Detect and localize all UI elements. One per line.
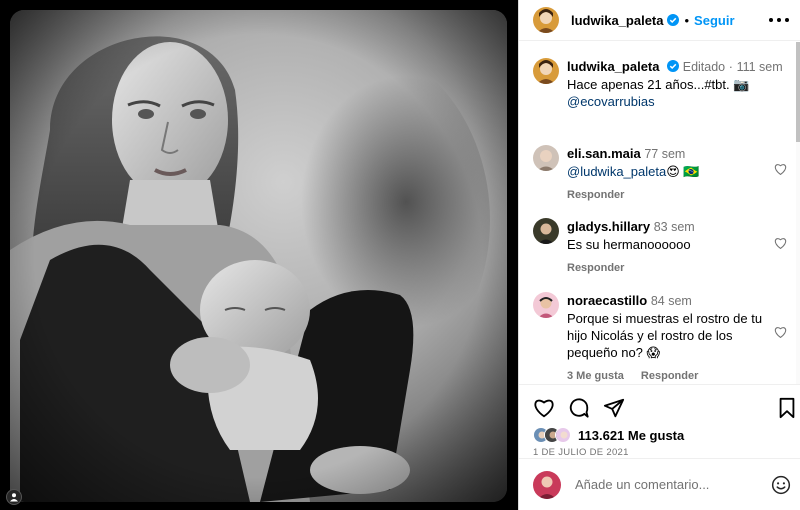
photo-illustration bbox=[10, 10, 507, 502]
comment-username[interactable]: gladys.hillary bbox=[567, 219, 650, 234]
comment-username[interactable]: eli.san.maia bbox=[567, 146, 641, 161]
likes-count[interactable]: 113.621 Me gusta bbox=[578, 428, 684, 443]
post-photo[interactable] bbox=[10, 10, 507, 502]
caption-time[interactable]: 111 sem bbox=[737, 60, 783, 74]
person-icon bbox=[10, 493, 18, 502]
caption-text: Hace apenas 21 años...#tbt. 📷 bbox=[567, 77, 750, 92]
caption-mention-link[interactable]: @ecovarrubias bbox=[567, 93, 793, 110]
comments-list[interactable]: ludwika_paleta Editado · 111 sem Hace ap… bbox=[519, 42, 800, 384]
comment-composer bbox=[519, 458, 800, 510]
caption-username[interactable]: ludwika_paleta bbox=[567, 59, 659, 74]
comment-like-icon[interactable] bbox=[774, 163, 787, 175]
more-options-icon[interactable] bbox=[769, 12, 789, 28]
author-username[interactable]: ludwika_paleta bbox=[571, 13, 663, 28]
comments-scrollbar[interactable] bbox=[796, 42, 800, 384]
comment-text: Porque si muestras el rostro de tu hijo … bbox=[567, 311, 763, 360]
comment-time[interactable]: 84 sem bbox=[651, 294, 692, 308]
comment-icon[interactable] bbox=[568, 397, 590, 419]
comment-like-icon[interactable] bbox=[774, 326, 787, 338]
bookmark-icon[interactable] bbox=[777, 397, 799, 419]
reply-button[interactable]: Responder bbox=[641, 370, 698, 382]
comment-text: Es su hermanoooooo bbox=[567, 237, 691, 252]
post-caption: ludwika_paleta Editado · 111 sem Hace ap… bbox=[533, 58, 793, 110]
comment-time[interactable]: 83 sem bbox=[654, 220, 695, 234]
follow-button[interactable]: Seguir bbox=[694, 13, 734, 28]
commenter-avatar[interactable] bbox=[533, 145, 559, 171]
reply-button[interactable]: Responder bbox=[567, 262, 624, 274]
post-date[interactable]: 1 DE JULIO DE 2021 bbox=[533, 447, 629, 458]
paper-plane-icon[interactable] bbox=[603, 397, 625, 419]
comment-time[interactable]: 77 sem bbox=[644, 147, 685, 161]
comment-likes-count[interactable]: 3 Me gusta bbox=[567, 370, 624, 382]
current-user-avatar bbox=[533, 470, 561, 499]
heart-icon[interactable] bbox=[533, 397, 555, 419]
comment-item: noraecastillo 84 sem Porque si muestras … bbox=[533, 292, 795, 384]
reply-button[interactable]: Responder bbox=[567, 189, 624, 201]
commenter-avatar[interactable] bbox=[533, 292, 559, 318]
comment-item: gladys.hillary 83 sem Es su hermanoooooo… bbox=[533, 218, 795, 277]
commenter-avatar[interactable] bbox=[533, 218, 559, 244]
post-details-panel: ludwika_paleta • Seguir ludwika_paleta E… bbox=[518, 0, 800, 510]
post-media[interactable] bbox=[0, 0, 518, 510]
post-header: ludwika_paleta • Seguir bbox=[519, 0, 800, 41]
caption-edited-label: Editado bbox=[682, 60, 726, 74]
caption-separator: · bbox=[728, 60, 733, 74]
comment-input[interactable] bbox=[575, 477, 765, 492]
separator-dot: • bbox=[684, 12, 690, 28]
scrollbar-thumb[interactable] bbox=[796, 42, 800, 142]
likes-summary[interactable]: 113.621 Me gusta bbox=[533, 427, 684, 443]
verified-badge-icon bbox=[667, 60, 680, 72]
comment-item: eli.san.maia 77 sem @ludwika_paleta😍 🇧🇷 … bbox=[533, 145, 795, 204]
liker-avatar bbox=[555, 427, 571, 443]
verified-badge-icon bbox=[667, 14, 680, 26]
comment-like-icon[interactable] bbox=[774, 237, 787, 249]
comment-text: 😍 🇧🇷 bbox=[666, 164, 700, 179]
tagged-users-icon[interactable] bbox=[6, 489, 22, 505]
comment-mention-link[interactable]: @ludwika_paleta bbox=[567, 164, 666, 179]
emoji-icon[interactable] bbox=[771, 475, 791, 495]
author-avatar[interactable] bbox=[533, 7, 559, 33]
caption-author-avatar[interactable] bbox=[533, 58, 559, 84]
comment-username[interactable]: noraecastillo bbox=[567, 293, 647, 308]
